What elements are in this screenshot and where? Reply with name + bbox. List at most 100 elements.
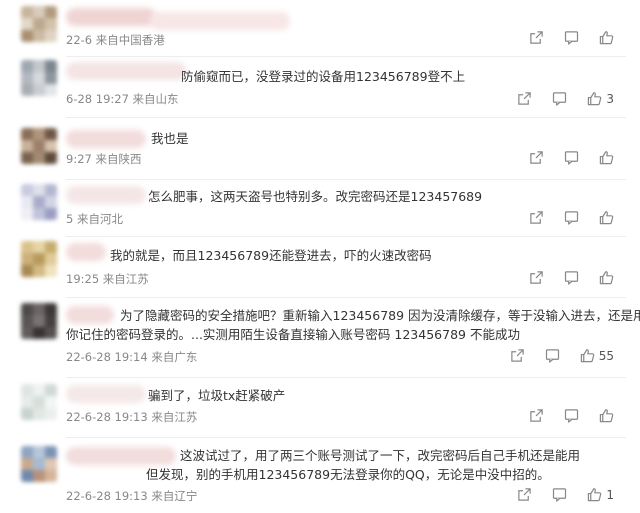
share-icon xyxy=(510,348,525,363)
share-button[interactable] xyxy=(529,30,544,45)
thumbs-up-icon xyxy=(599,30,614,45)
avatar[interactable] xyxy=(21,128,57,164)
share-button[interactable] xyxy=(529,408,544,423)
comment-icon xyxy=(564,408,579,423)
comment-actions xyxy=(509,270,614,285)
reply-button[interactable] xyxy=(552,487,567,502)
comment-meta: 22-6-28 19:13 来自辽宁 xyxy=(66,489,198,503)
thumbs-up-icon xyxy=(599,210,614,225)
share-icon xyxy=(517,487,532,502)
share-icon xyxy=(529,210,544,225)
avatar[interactable] xyxy=(21,60,57,96)
redacted-username xyxy=(66,447,176,465)
share-button[interactable] xyxy=(529,210,544,225)
comment-text: 防偷窥而已，没登录过的设备用123456789登不上 xyxy=(181,69,466,84)
comment-text: 我的就是，而且123456789还能登进去，吓的火速改密码 xyxy=(110,248,432,263)
redacted-username xyxy=(66,62,186,80)
comment-actions xyxy=(509,210,614,225)
reply-button[interactable] xyxy=(552,91,567,106)
avatar[interactable] xyxy=(21,384,57,420)
divider xyxy=(66,117,626,118)
comment-icon xyxy=(552,487,567,502)
comment-text: 骗到了，垃圾tx赶紧破产 xyxy=(148,388,286,403)
comment-actions: 55 xyxy=(490,348,614,363)
avatar[interactable] xyxy=(21,184,57,220)
comment-actions xyxy=(509,30,614,45)
redacted-username xyxy=(66,385,146,403)
divider xyxy=(66,377,626,378)
comment-text-continued: 你记住的密码登录的。...实测用陌生设备直接输入账号密码 123456789 不… xyxy=(66,327,520,342)
comment-icon xyxy=(564,30,579,45)
comment-actions: 3 xyxy=(497,91,614,106)
comment-meta: 19:25 来自江苏 xyxy=(66,272,149,286)
share-button[interactable] xyxy=(510,348,525,363)
like-button[interactable]: 55 xyxy=(580,348,614,363)
reply-button[interactable] xyxy=(564,270,579,285)
comment-meta: 22-6 来自中国香港 xyxy=(66,33,165,47)
comment-text: 我也是 xyxy=(151,131,189,146)
comment-icon xyxy=(564,270,579,285)
comment-icon xyxy=(564,210,579,225)
thumbs-up-icon xyxy=(599,408,614,423)
divider xyxy=(66,236,626,237)
share-icon xyxy=(529,30,544,45)
thumbs-up-icon xyxy=(599,150,614,165)
avatar[interactable] xyxy=(21,241,57,277)
redacted-username xyxy=(66,243,106,261)
divider xyxy=(66,297,626,298)
redacted-username xyxy=(66,186,146,204)
redacted-username xyxy=(66,130,146,148)
comment-meta: 5 来自河北 xyxy=(66,212,123,226)
reply-button[interactable] xyxy=(545,348,560,363)
share-icon xyxy=(529,150,544,165)
redacted-username xyxy=(66,306,114,324)
comment-meta: 22-6-28 19:13 来自江苏 xyxy=(66,410,198,424)
like-count: 1 xyxy=(606,487,614,502)
thumbs-up-icon xyxy=(587,91,602,106)
comment-actions: 1 xyxy=(497,487,614,502)
share-button[interactable] xyxy=(517,487,532,502)
like-count: 55 xyxy=(598,348,614,363)
comment-text: 这波试过了，用了两三个账号测试了一下，改完密码后自己手机还是能用 xyxy=(180,448,581,463)
reply-button[interactable] xyxy=(564,408,579,423)
comment-meta: 22-6-28 19:14 来自广东 xyxy=(66,350,198,364)
comment-meta: 6-28 19:27 来自山东 xyxy=(66,92,179,106)
like-count: 3 xyxy=(606,91,614,106)
divider xyxy=(66,437,626,438)
avatar[interactable] xyxy=(21,446,57,482)
like-button[interactable]: 3 xyxy=(587,91,614,106)
comment-actions xyxy=(509,150,614,165)
avatar[interactable] xyxy=(21,303,57,339)
share-icon xyxy=(529,408,544,423)
reply-button[interactable] xyxy=(564,30,579,45)
like-button[interactable] xyxy=(599,408,614,423)
avatar[interactable] xyxy=(21,6,57,42)
redacted-username xyxy=(66,8,156,26)
comment-icon xyxy=(564,150,579,165)
reply-button[interactable] xyxy=(564,150,579,165)
share-button[interactable] xyxy=(529,150,544,165)
share-button[interactable] xyxy=(529,270,544,285)
like-button[interactable]: 1 xyxy=(587,487,614,502)
share-button[interactable] xyxy=(517,91,532,106)
thumbs-up-icon xyxy=(599,270,614,285)
reply-button[interactable] xyxy=(564,210,579,225)
like-button[interactable] xyxy=(599,150,614,165)
comment-text-continued: 但发现，别的手机用123456789无法登录你的QQ，无论是中没中招的。 xyxy=(146,467,550,482)
comment-text: 为了隐藏密码的安全措施吧？重新输入123456789 因为没清除缓存，等于没输入… xyxy=(120,308,640,323)
comment-text: 怎么肥事，这两天盗号也特别多。改完密码还是123457689 xyxy=(148,189,483,204)
like-button[interactable] xyxy=(599,270,614,285)
comment-icon xyxy=(545,348,560,363)
like-button[interactable] xyxy=(599,210,614,225)
share-icon xyxy=(517,91,532,106)
thumbs-up-icon xyxy=(587,487,602,502)
comment-icon xyxy=(552,91,567,106)
divider xyxy=(66,179,626,180)
thumbs-up-icon xyxy=(580,348,595,363)
divider xyxy=(66,56,626,57)
like-button[interactable] xyxy=(599,30,614,45)
comment-actions xyxy=(509,408,614,423)
redacted-username xyxy=(150,12,290,30)
share-icon xyxy=(529,270,544,285)
comment-meta: 9:27 来自陕西 xyxy=(66,152,142,166)
